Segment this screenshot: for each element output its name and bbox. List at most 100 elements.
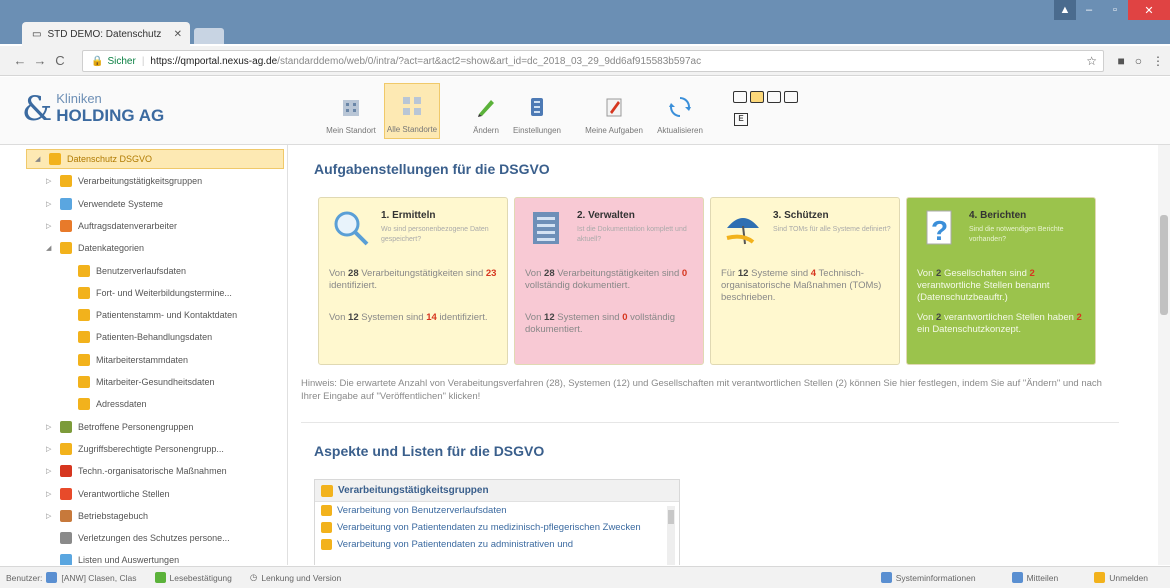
status-right: Systeminformationen Mitteilen Unmelden bbox=[880, 572, 1166, 583]
status-bar: Benutzer: [ANW] Clasen, Clas Lesebestäti… bbox=[0, 566, 1170, 588]
card-text: Systemen sind bbox=[554, 312, 623, 323]
status-abmelden[interactable]: Unmelden bbox=[1094, 572, 1148, 583]
expand-arrow-icon[interactable]: ◢ bbox=[35, 155, 43, 163]
card-text: Von bbox=[329, 268, 349, 279]
sidebar-item-label: Adressdaten bbox=[96, 399, 147, 410]
sidebar-item-label: Verarbeitungstätigkeitsgruppen bbox=[78, 176, 203, 187]
sidebar-item[interactable]: Benutzerverlaufsdaten bbox=[22, 261, 186, 281]
card-text: vollständig dokumentiert. bbox=[525, 280, 631, 291]
list-scrollbar[interactable] bbox=[667, 506, 675, 565]
card-paragraph: Von 2 verantwortlichen Stellen haben 2 e… bbox=[917, 312, 1089, 336]
list-item[interactable]: Verarbeitung von Patientendaten zu mediz… bbox=[315, 519, 655, 536]
divider bbox=[301, 422, 1119, 423]
layout-option-4[interactable] bbox=[784, 91, 798, 103]
address-bar[interactable]: 🔒 Sicher | https://qmportal.nexus-ag.de … bbox=[82, 50, 1104, 72]
expand-arrow-icon[interactable]: ▷ bbox=[46, 467, 54, 475]
sidebar-item[interactable]: Patienten-Behandlungsdaten bbox=[22, 327, 212, 347]
status-mitteilen[interactable]: Mitteilen bbox=[1011, 572, 1059, 583]
sidebar-item[interactable]: ▷ Betriebstagebuch bbox=[22, 506, 148, 526]
folder-icon bbox=[60, 465, 72, 478]
sidebar-item-label: Mitarbeiter-Gesundheitsdaten bbox=[96, 377, 215, 387]
expand-arrow-icon[interactable]: ▷ bbox=[46, 512, 54, 520]
expand-arrow-icon[interactable]: ▷ bbox=[46, 490, 54, 498]
back-icon[interactable]: ← bbox=[10, 53, 30, 68]
main-scroll-thumb[interactable] bbox=[1160, 215, 1168, 315]
folder-icon bbox=[49, 153, 61, 165]
status-user[interactable]: Benutzer: [ANW] Clasen, Clas bbox=[6, 572, 137, 583]
menu-icon[interactable]: ⋮ bbox=[1152, 54, 1164, 68]
main-scrollbar[interactable] bbox=[1158, 145, 1170, 565]
list-box-header[interactable]: Verarbeitungstätigkeitsgruppen bbox=[315, 480, 679, 502]
sidebar-item[interactable]: ▷ Verwendete Systeme bbox=[22, 194, 163, 214]
sidebar-item[interactable]: ▷ Betroffene Personengruppen bbox=[22, 417, 193, 437]
sidebar-item[interactable]: Mitarbeiterstammdaten bbox=[22, 350, 188, 370]
layout-option-1[interactable] bbox=[733, 91, 747, 103]
expand-arrow-icon[interactable]: ▷ bbox=[46, 177, 54, 185]
card-title: 1. Ermitteln bbox=[381, 210, 436, 221]
sidebar-item[interactable]: Adressdaten bbox=[22, 394, 147, 414]
url-host: https://qmportal.nexus-ag.de bbox=[150, 55, 278, 67]
expand-arrow-icon[interactable]: ◢ bbox=[46, 244, 54, 252]
card-number: 2 bbox=[1076, 312, 1082, 323]
sidebar-item[interactable]: ▷ Techn.-organisatorische Maßnahmen bbox=[22, 461, 227, 481]
notify-label: Mitteilen bbox=[1026, 572, 1059, 583]
sidebar-item[interactable]: ▷ Zugriffsberechtigte Personengrupp... bbox=[22, 439, 224, 459]
window-close-icon[interactable]: ✕ bbox=[1128, 0, 1170, 20]
status-lesebestaetigung[interactable]: Lesebestätigung bbox=[154, 572, 232, 583]
expand-arrow-icon[interactable]: ▷ bbox=[46, 423, 54, 431]
sidebar-item[interactable]: Mitarbeiter-Gesundheitsdaten bbox=[22, 372, 215, 392]
sidebar-item[interactable]: ▷ Auftragsdatenverarbeiter bbox=[22, 216, 177, 236]
forward-icon[interactable]: → bbox=[30, 53, 50, 68]
extension2-icon[interactable]: ○ bbox=[1135, 54, 1142, 68]
status-lenkung[interactable]: ◷ Lenkung und Version bbox=[250, 572, 341, 583]
card-number: 28 bbox=[544, 268, 555, 279]
sidebar-item[interactable]: ▷ Verarbeitungstätigkeitsgruppen bbox=[22, 171, 202, 191]
sidebar-item[interactable]: ▷ Verantwortliche Stellen bbox=[22, 484, 170, 504]
toolbar-einstellungen[interactable]: Einstellungen bbox=[508, 83, 566, 139]
task-card[interactable]: 2. Verwalten Ist die Dokumentation komple… bbox=[514, 197, 704, 365]
sidebar-item[interactable]: ◢ Datenkategorien bbox=[22, 238, 144, 258]
expand-arrow-icon[interactable]: ▷ bbox=[46, 445, 54, 453]
logo[interactable]: & Kliniken HOLDING AG bbox=[22, 91, 164, 126]
bookmark-star-icon[interactable]: ☆ bbox=[1086, 54, 1097, 68]
reload-icon[interactable]: C bbox=[50, 53, 70, 68]
folder-icon bbox=[78, 264, 90, 277]
sidebar-item[interactable]: Verletzungen des Schutzes persone... bbox=[22, 528, 230, 548]
task-card[interactable]: 1. Ermitteln Wo sind personenbezogene Dat… bbox=[318, 197, 508, 365]
extension-icon[interactable]: ■ bbox=[1118, 54, 1125, 68]
card-subtitle: Ist die Dokumentation komplett und aktue… bbox=[577, 226, 687, 243]
task-card[interactable]: ? 4. Berichten Sind die notwendigen Berich… bbox=[906, 197, 1096, 365]
sidebar-tree: ◢ Datenschutz DSGVO ▷ Verarbeitungstätigkei… bbox=[22, 145, 288, 565]
layout-switcher bbox=[733, 91, 798, 103]
list-item[interactable]: Verarbeitung von Patientendaten zu admin… bbox=[315, 536, 655, 553]
list-item-label: Verarbeitung von Patientendaten zu mediz… bbox=[337, 522, 641, 533]
secure-label: Sicher bbox=[107, 55, 136, 67]
expand-arrow-icon[interactable]: ▷ bbox=[46, 222, 54, 230]
new-tab-button[interactable] bbox=[194, 28, 224, 44]
section-title-aufgaben: Aufgabenstellungen für die DSGVO bbox=[314, 161, 550, 177]
maximize-icon[interactable]: ▫ bbox=[1102, 0, 1128, 20]
toolbar-aendern[interactable]: Ändern bbox=[468, 83, 504, 139]
browser-tab[interactable]: ▭ STD DEMO: Datenschutz ✕ bbox=[22, 22, 190, 46]
status-sysinfo[interactable]: Systeminformationen bbox=[880, 572, 976, 583]
toolbar-aktualisieren[interactable]: Aktualisieren bbox=[648, 83, 712, 139]
toolbar-mein-standort[interactable]: Mein Standort bbox=[322, 83, 380, 139]
sidebar-item[interactable]: ◢ Datenschutz DSGVO bbox=[26, 149, 284, 169]
profile-icon[interactable]: ▲ bbox=[1054, 0, 1076, 20]
expand-arrow-icon[interactable]: ▷ bbox=[46, 200, 54, 208]
task-card[interactable]: 3. Schützen Sind TOMs für alle Systeme de… bbox=[710, 197, 900, 365]
sidebar-item[interactable]: Patientenstamm- und Kontaktdaten bbox=[22, 305, 237, 325]
list-item[interactable]: Verarbeitung von Benutzerverlaufsdaten bbox=[315, 502, 655, 519]
tab-close-icon[interactable]: ✕ bbox=[174, 29, 182, 40]
layout-option-3[interactable] bbox=[767, 91, 781, 103]
toolbar-alle-standorte[interactable]: Alle Standorte bbox=[384, 83, 440, 139]
layout-option-2[interactable] bbox=[750, 91, 764, 103]
minimize-icon[interactable]: – bbox=[1076, 0, 1102, 20]
sidebar-item[interactable]: Listen und Auswertungen bbox=[22, 550, 179, 565]
sidebar-item[interactable]: Fort- und Weiterbildungstermine... bbox=[22, 283, 232, 303]
folder-icon bbox=[78, 353, 90, 366]
toolbar-meine-aufgaben[interactable]: Meine Aufgaben bbox=[583, 83, 645, 139]
card-number: 12 bbox=[737, 268, 749, 279]
list-scroll-thumb[interactable] bbox=[668, 510, 674, 524]
layout-e-button[interactable]: E bbox=[734, 113, 748, 126]
